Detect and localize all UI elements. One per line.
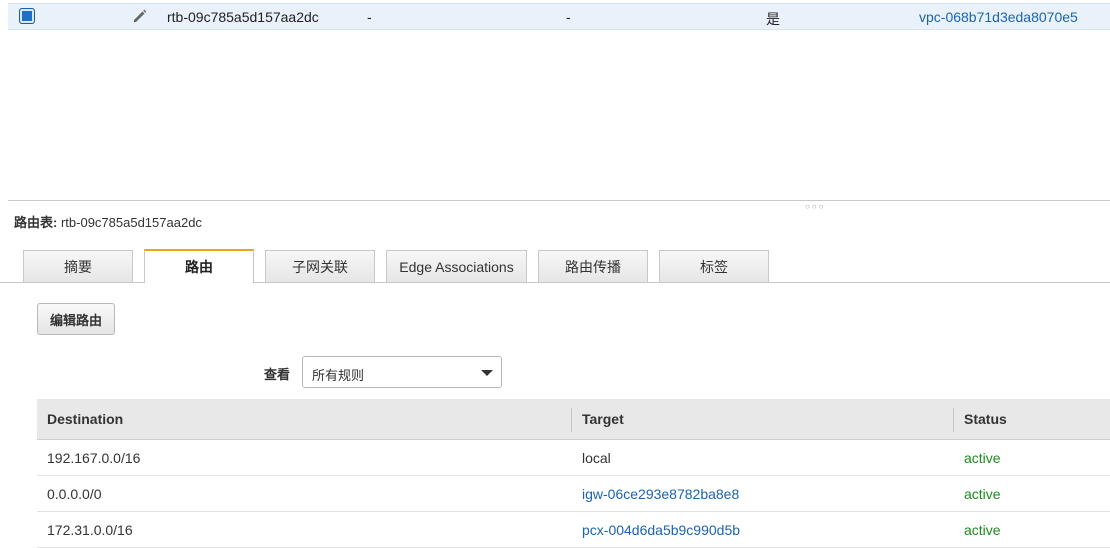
tab-subnet-associations-label: 子网关联 bbox=[292, 258, 348, 275]
route-destination: 192.167.0.0/16 bbox=[47, 450, 141, 466]
route-status: active bbox=[964, 450, 1001, 466]
vpc-id-link[interactable]: vpc-068b71d3eda8070e5 bbox=[919, 9, 1078, 25]
chevron-down-icon bbox=[481, 370, 493, 376]
routes-table: Destination Target Status 192.167.0.0/16… bbox=[37, 399, 1110, 548]
route-table-id: rtb-09c785a5d157aa2dc bbox=[167, 9, 319, 25]
table-row: 192.167.0.0/16 local active bbox=[37, 440, 1110, 476]
detail-title-label: 路由表: bbox=[14, 215, 58, 230]
tab-routes-label: 路由 bbox=[185, 259, 213, 275]
tab-route-propagation-label: 路由传播 bbox=[565, 258, 621, 275]
detail-title: 路由表: rtb-09c785a5d157aa2dc bbox=[14, 212, 202, 231]
row-checkbox[interactable] bbox=[19, 8, 35, 24]
column-header-destination[interactable]: Destination bbox=[47, 411, 123, 427]
route-destination: 172.31.0.0/16 bbox=[47, 522, 133, 538]
edit-routes-button[interactable]: 编辑路由 bbox=[37, 303, 115, 335]
route-target-link[interactable]: pcx-004d6da5b9c990d5b bbox=[582, 522, 740, 538]
tab-summary[interactable]: 摘要 bbox=[23, 250, 133, 282]
view-filter-select[interactable]: 所有规则 bbox=[302, 356, 502, 388]
tab-edge-associations-label: Edge Associations bbox=[399, 258, 514, 275]
route-target: local bbox=[582, 450, 611, 466]
tab-edge-associations[interactable]: Edge Associations bbox=[386, 250, 527, 282]
column-header-status[interactable]: Status bbox=[964, 411, 1007, 427]
resize-grip-icon[interactable]: ○○○ bbox=[805, 203, 826, 211]
panel-splitter[interactable] bbox=[8, 200, 1110, 201]
tab-routes[interactable]: 路由 bbox=[144, 249, 254, 283]
row-main-flag: 是 bbox=[766, 11, 780, 27]
tab-summary-label: 摘要 bbox=[64, 258, 92, 275]
detail-tabs: 摘要 路由 子网关联 Edge Associations 路由传播 标签 bbox=[0, 249, 1110, 283]
row-edge-associations: - bbox=[566, 9, 571, 25]
table-row: 172.31.0.0/16 pcx-004d6da5b9c990d5b acti… bbox=[37, 512, 1110, 548]
route-status: active bbox=[964, 486, 1001, 502]
route-table-row-selected[interactable]: rtb-09c785a5d157aa2dc - - 是 vpc-068b71d3… bbox=[8, 3, 1110, 30]
view-filter-label: 查看 bbox=[264, 367, 291, 382]
table-row: 0.0.0.0/0 igw-06ce293e8782ba8e8 active bbox=[37, 476, 1110, 512]
routes-table-header: Destination Target Status bbox=[37, 399, 1110, 440]
tab-route-propagation[interactable]: 路由传播 bbox=[538, 250, 648, 282]
tab-tags[interactable]: 标签 bbox=[659, 250, 769, 282]
detail-title-value: rtb-09c785a5d157aa2dc bbox=[60, 215, 202, 230]
route-target-link[interactable]: igw-06ce293e8782ba8e8 bbox=[582, 486, 739, 502]
view-filter-value: 所有规则 bbox=[312, 368, 365, 383]
route-destination: 0.0.0.0/0 bbox=[47, 486, 102, 502]
route-status: active bbox=[964, 522, 1001, 538]
pencil-icon[interactable] bbox=[132, 8, 148, 24]
row-explicit-subnet: - bbox=[367, 9, 372, 25]
tab-subnet-associations[interactable]: 子网关联 bbox=[265, 250, 375, 282]
column-divider[interactable] bbox=[571, 408, 572, 432]
column-divider[interactable] bbox=[953, 408, 954, 432]
column-header-target[interactable]: Target bbox=[582, 411, 624, 427]
tab-tags-label: 标签 bbox=[700, 258, 728, 275]
